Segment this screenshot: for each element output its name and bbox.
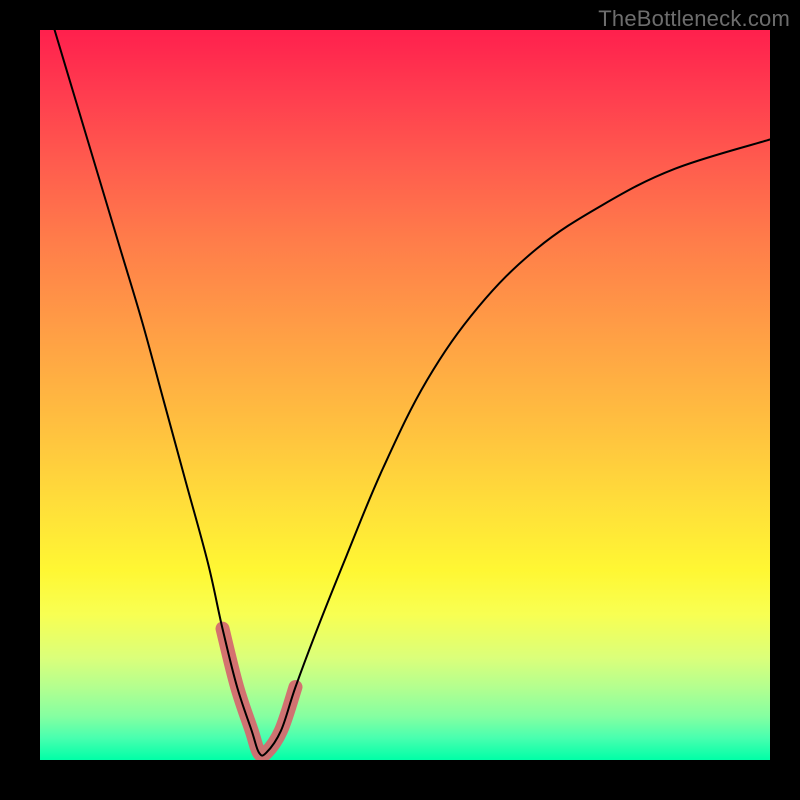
bottleneck-curve — [55, 30, 770, 756]
frame-bottom — [0, 760, 800, 800]
chart-stage: TheBottleneck.com — [0, 0, 800, 800]
optimal-region-highlight — [223, 629, 296, 756]
curve-layer — [40, 30, 770, 760]
plot-area — [40, 30, 770, 760]
watermark-label: TheBottleneck.com — [598, 6, 790, 32]
frame-right — [770, 0, 800, 800]
frame-left — [0, 0, 40, 800]
